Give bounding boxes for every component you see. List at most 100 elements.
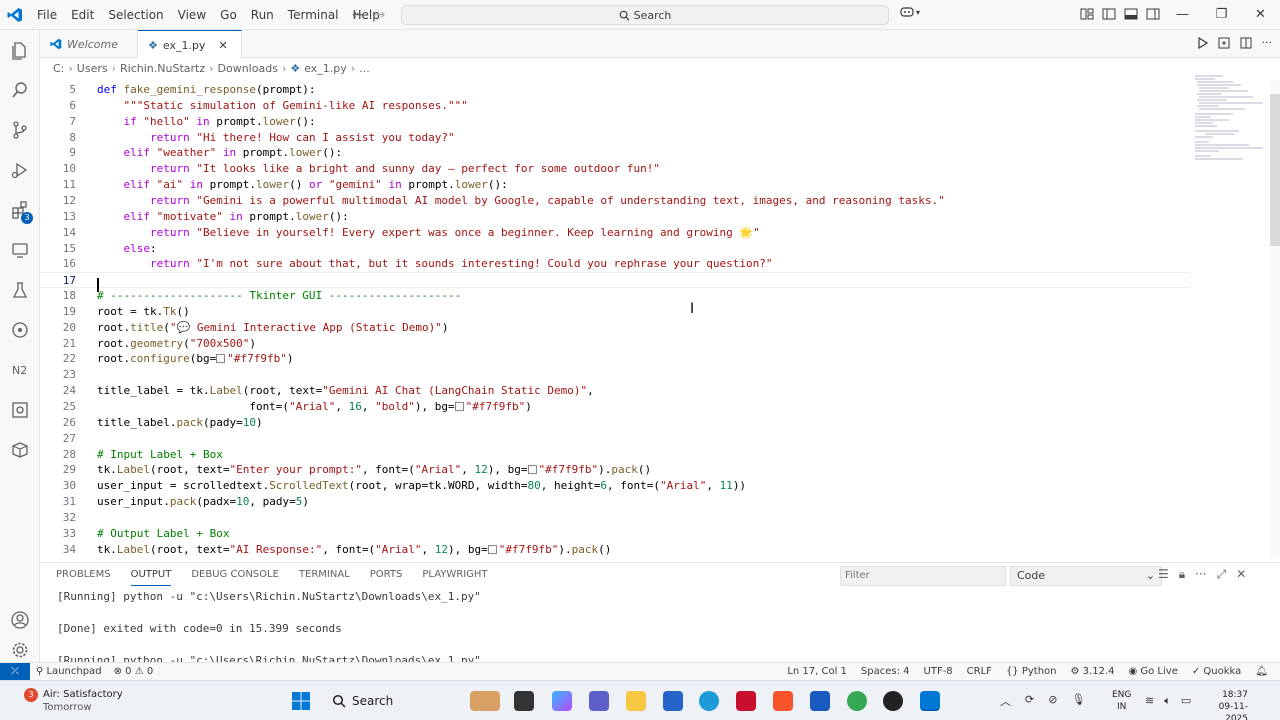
brave-icon[interactable]: [773, 691, 793, 711]
restore-icon[interactable]: ❐: [1202, 0, 1241, 30]
more-actions-icon[interactable]: ···: [1195, 567, 1206, 582]
remote-explorer-icon[interactable]: [0, 230, 40, 270]
output-channel-select[interactable]: Code ⌄: [1010, 566, 1162, 586]
forward-arrow-icon[interactable]: →: [374, 0, 386, 30]
launchpad-item[interactable]: ⚲ Launchpad: [36, 663, 102, 680]
source-control-icon[interactable]: [0, 110, 40, 150]
code-text: # Input Label + Box: [97, 447, 223, 461]
chrome-icon[interactable]: [847, 691, 867, 711]
copilot-app-icon[interactable]: [552, 691, 572, 711]
testing-icon[interactable]: [0, 270, 40, 310]
vscode-taskbar-icon[interactable]: [920, 691, 940, 711]
file-explorer-icon[interactable]: [626, 691, 646, 711]
github-icon[interactable]: [883, 691, 903, 711]
database-icon[interactable]: [0, 390, 40, 430]
line-number: 20: [62, 320, 76, 334]
menu-file[interactable]: File: [30, 0, 64, 30]
tab-problems[interactable]: PROBLEMS: [56, 567, 111, 586]
tab-playwright[interactable]: PLAYWRIGHT: [422, 567, 487, 586]
notifications-bell-icon[interactable]: 🔔︎: [1255, 663, 1268, 680]
search-sidebar-icon[interactable]: [0, 70, 40, 110]
code-text: user_input = scrolledtext.ScrolledText(r…: [97, 479, 747, 493]
close-tab-icon[interactable]: ✕: [218, 39, 227, 52]
toggle-panel-icon[interactable]: [1124, 7, 1138, 21]
mic-icon[interactable]: 🎙︎: [1071, 693, 1085, 709]
tab-output[interactable]: OUTPUT: [130, 567, 172, 586]
menu-go[interactable]: Go: [213, 0, 244, 30]
indentation[interactable]: Spaces: 4: [861, 663, 910, 680]
windows-start-icon[interactable]: [291, 691, 311, 711]
explorer-icon[interactable]: [0, 30, 40, 70]
sync-icon[interactable]: ⟳: [1025, 693, 1034, 709]
n2-extension-icon[interactable]: N2: [0, 350, 40, 390]
breadcrumb-item[interactable]: Users: [77, 62, 108, 75]
breadcrumb-item[interactable]: Richin.NuStartz: [120, 62, 205, 75]
command-center-search[interactable]: Search: [401, 5, 889, 25]
breadcrumb-item[interactable]: C:: [53, 62, 64, 75]
language-mode[interactable]: {} Python: [1006, 663, 1057, 680]
menu-edit[interactable]: Edit: [64, 0, 101, 30]
network-volume-battery[interactable]: ≋ 🔈︎ ▭: [1145, 694, 1191, 708]
edge-icon[interactable]: [699, 691, 719, 711]
toggle-primary-sidebar-icon[interactable]: [1102, 7, 1116, 21]
end-of-line[interactable]: CRLF: [967, 663, 992, 680]
word-icon[interactable]: [810, 691, 830, 711]
close-window-icon[interactable]: ✕: [1241, 0, 1280, 30]
tab-ex-1-py[interactable]: ❖ ex_1.py ✕: [138, 30, 242, 59]
run-file-icon[interactable]: [1196, 37, 1208, 49]
editor-scrollbar[interactable]: [1270, 80, 1280, 558]
split-editor-icon[interactable]: [1240, 37, 1252, 49]
container-icon[interactable]: [0, 430, 40, 470]
line-number: 14: [62, 225, 76, 239]
teams-icon[interactable]: [589, 691, 609, 711]
code-text: return "I'm not sure about that, but it …: [149, 257, 773, 271]
menu-run[interactable]: Run: [244, 0, 281, 30]
cursor-position[interactable]: Ln 17, Col 1: [787, 663, 847, 680]
tray-overflow-icon[interactable]: ︿: [1000, 693, 1011, 709]
tab-welcome[interactable]: Welcome: [40, 30, 138, 58]
close-panel-icon[interactable]: ✕: [1236, 567, 1246, 582]
breadcrumb-item[interactable]: Downloads: [218, 62, 278, 75]
tab-terminal[interactable]: TERMINAL: [299, 567, 350, 586]
minimap[interactable]: [1193, 72, 1268, 172]
go-live-button[interactable]: ◉ Go Live: [1128, 663, 1177, 680]
taskbar-search[interactable]: Search: [324, 688, 484, 714]
open-changes-icon[interactable]: [1218, 37, 1230, 49]
camera-off-icon[interactable]: ⊘: [1048, 693, 1057, 709]
scrollbar-thumb[interactable]: [1270, 94, 1280, 246]
tab-debug-console[interactable]: DEBUG CONSOLE: [191, 567, 279, 586]
menu-selection[interactable]: Selection: [101, 0, 170, 30]
remote-indicator-icon[interactable]: ⤫: [0, 663, 30, 680]
back-arrow-icon[interactable]: ←: [352, 0, 364, 30]
clear-output-icon[interactable]: ☰: [1158, 567, 1169, 582]
tab-ports[interactable]: PORTS: [370, 567, 403, 586]
copilot-button[interactable]: ▾: [900, 6, 920, 18]
extensions-icon[interactable]: 3: [0, 190, 40, 230]
quokka-item[interactable]: ✓ Quokka: [1192, 663, 1241, 680]
menu-terminal[interactable]: Terminal: [281, 0, 346, 30]
menu-view[interactable]: View: [171, 0, 213, 30]
language-indicator[interactable]: ENG IN: [1112, 689, 1131, 713]
task-view-icon[interactable]: [514, 691, 534, 711]
customize-layout-icon[interactable]: [1080, 7, 1094, 21]
code-text: return "Believe in yourself! Every exper…: [149, 225, 760, 239]
encoding[interactable]: UTF-8: [924, 663, 953, 680]
problems-indicator[interactable]: ⊗ 0 ⚠ 0: [114, 663, 154, 680]
toggle-secondary-sidebar-icon[interactable]: [1146, 7, 1160, 21]
more-actions-icon[interactable]: ···: [1262, 37, 1273, 49]
minimize-icon[interactable]: —: [1163, 0, 1202, 30]
python-version[interactable]: ⚙ 3.12.4: [1071, 663, 1115, 680]
git-graph-icon[interactable]: [0, 310, 40, 350]
breadcrumb-item[interactable]: ...: [359, 62, 370, 75]
breadcrumb-item[interactable]: ex_1.py: [304, 62, 347, 75]
search-highlight-icon[interactable]: [470, 691, 500, 711]
run-debug-icon[interactable]: [0, 150, 40, 190]
lock-icon[interactable]: 🔒︎: [1179, 567, 1185, 582]
code-editor[interactable]: 5 def fake_gemini_response(prompt): 6 """S…: [40, 80, 1270, 558]
mcafee-icon[interactable]: [736, 691, 756, 711]
store-icon[interactable]: [663, 691, 683, 711]
output-filter-input[interactable]: Filter: [840, 566, 1006, 586]
clock[interactable]: 18:37 09-11-2025: [1198, 689, 1248, 720]
code-text: elif "ai" in prompt.lower() or "gemini" …: [123, 178, 508, 192]
maximize-panel-icon[interactable]: ⤢: [1217, 567, 1227, 582]
